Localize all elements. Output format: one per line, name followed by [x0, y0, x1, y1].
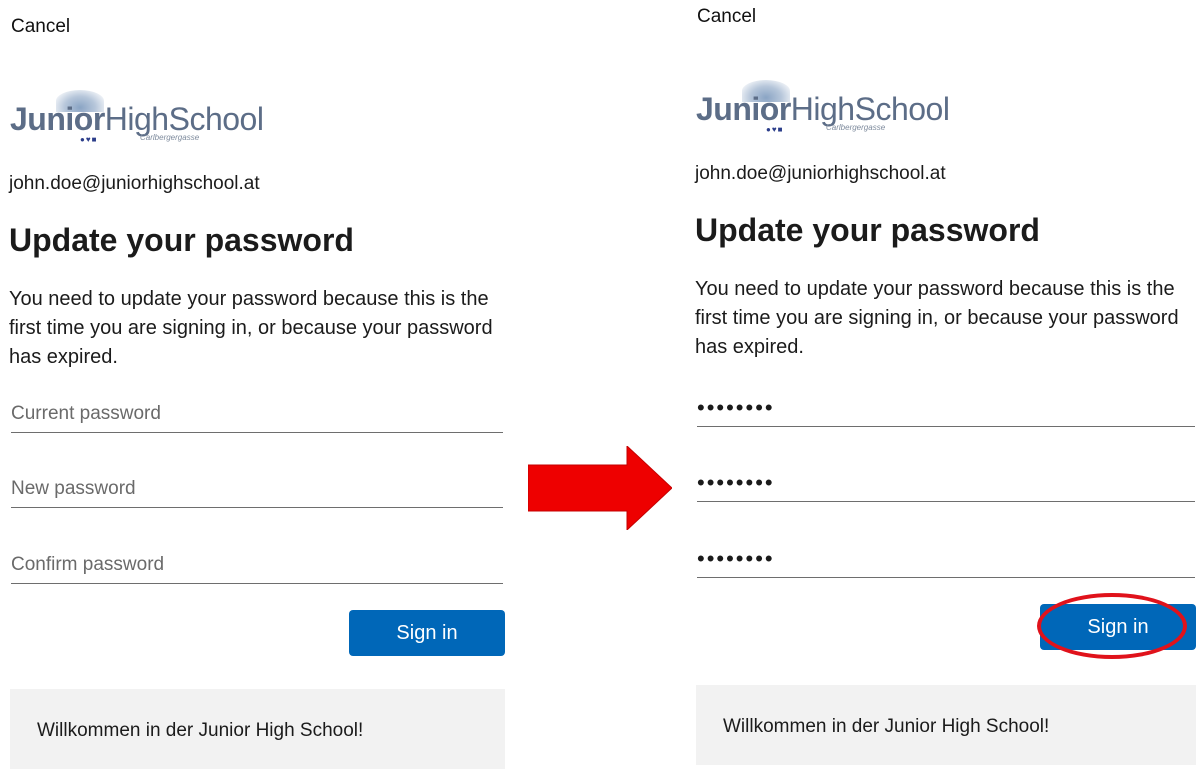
- page-title: Update your password: [695, 212, 1040, 248]
- logo-shapes-icon: ●♥■: [80, 135, 98, 144]
- sign-in-highlight-ring: [1037, 593, 1187, 659]
- page-description: You need to update your password because…: [695, 278, 1179, 358]
- logo-text-highschool: HighSchool: [790, 91, 950, 127]
- school-logo: JuniorHighSchool ●♥■ Carlbergergasse: [10, 90, 270, 150]
- current-password-input[interactable]: [697, 390, 1195, 427]
- current-password-input[interactable]: [11, 396, 503, 433]
- cancel-link[interactable]: Cancel: [697, 6, 756, 28]
- logo-shapes-icon: ●♥■: [766, 125, 784, 134]
- confirm-password-input[interactable]: [697, 541, 1195, 578]
- welcome-banner: Willkommen in der Junior High School!: [696, 685, 1196, 765]
- logo-text-junior: Junior: [10, 101, 105, 137]
- update-password-screen-before: Cancel JuniorHighSchool ●♥■ Carlbergerga…: [0, 0, 510, 769]
- welcome-text: Willkommen in der Junior High School!: [723, 716, 1050, 737]
- account-email: john.doe@juniorhighschool.at: [695, 163, 946, 184]
- logo-text-junior: Junior: [696, 91, 791, 127]
- page-title: Update your password: [9, 222, 354, 258]
- sign-in-button[interactable]: Sign in: [349, 610, 505, 656]
- logo-text-highschool: HighSchool: [104, 101, 264, 137]
- welcome-text: Willkommen in der Junior High School!: [37, 720, 364, 741]
- logo-subtitle: Carlbergergasse: [826, 123, 886, 132]
- logo-subtitle: Carlbergergasse: [140, 133, 200, 142]
- right-arrow-icon: [528, 446, 672, 530]
- page-description: You need to update your password because…: [9, 288, 493, 368]
- account-email: john.doe@juniorhighschool.at: [9, 173, 260, 194]
- school-logo: JuniorHighSchool ●♥■ Carlbergergasse: [696, 80, 956, 140]
- confirm-password-input[interactable]: [11, 547, 503, 584]
- new-password-input[interactable]: [11, 471, 503, 508]
- new-password-input[interactable]: [697, 465, 1195, 502]
- welcome-banner: Willkommen in der Junior High School!: [10, 689, 505, 769]
- cancel-link[interactable]: Cancel: [11, 16, 70, 38]
